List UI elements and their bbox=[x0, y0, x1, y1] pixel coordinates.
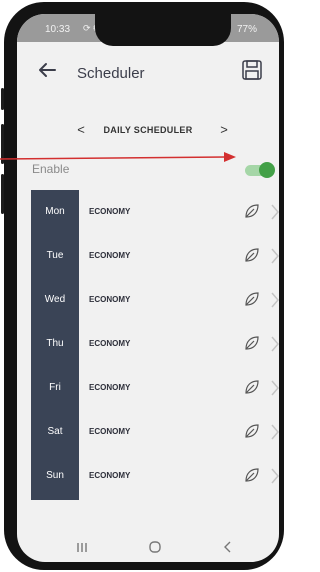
volume-down-button bbox=[1, 124, 4, 164]
home-icon[interactable] bbox=[148, 540, 162, 554]
chevron-right-icon[interactable] bbox=[269, 290, 279, 310]
chevron-right-icon[interactable] bbox=[269, 334, 279, 354]
battery-text: 77% bbox=[236, 24, 257, 35]
chevron-right-icon[interactable] bbox=[269, 422, 279, 442]
day-label: Tue bbox=[46, 250, 64, 261]
day-label: Sun bbox=[46, 470, 64, 481]
phone-frame: 10:33 ⟳⚙bb 77% Scheduler DAILY SCHEDULER… bbox=[1, 2, 284, 570]
day-row-sat[interactable]: Sat ECONOMY bbox=[17, 410, 279, 454]
mode-label: ECONOMY bbox=[89, 251, 131, 260]
back-arrow-icon[interactable] bbox=[35, 58, 59, 82]
economy-leaf-icon bbox=[245, 468, 259, 482]
prev-schedule-button[interactable]: < bbox=[70, 120, 92, 142]
mode-label: ECONOMY bbox=[89, 295, 131, 304]
mode-label: ECONOMY bbox=[89, 207, 131, 216]
day-row-mon[interactable]: Mon ECONOMY bbox=[17, 190, 279, 234]
save-icon[interactable] bbox=[241, 59, 263, 81]
android-nav-bar bbox=[17, 536, 279, 562]
day-row-sun[interactable]: Sun ECONOMY bbox=[17, 454, 279, 498]
day-label: Mon bbox=[45, 206, 65, 217]
economy-leaf-icon bbox=[245, 380, 259, 394]
day-label: Wed bbox=[44, 294, 66, 305]
mode-label: ECONOMY bbox=[89, 427, 131, 436]
day-label: Thu bbox=[46, 338, 64, 349]
chevron-right-icon[interactable] bbox=[269, 202, 279, 222]
chevron-right-icon[interactable] bbox=[269, 466, 279, 486]
mode-label: ECONOMY bbox=[89, 383, 131, 392]
scheduler-title: DAILY SCHEDULER bbox=[103, 125, 193, 135]
mode-label: ECONOMY bbox=[89, 339, 131, 348]
status-time: 10:33 bbox=[45, 24, 71, 35]
day-row-thu[interactable]: Thu ECONOMY bbox=[17, 322, 279, 366]
recent-apps-icon[interactable] bbox=[75, 540, 89, 554]
enable-toggle[interactable] bbox=[245, 162, 275, 178]
toggle-knob bbox=[259, 162, 275, 178]
mode-label: ECONOMY bbox=[89, 471, 131, 480]
app-screen: 10:33 ⟳⚙bb 77% Scheduler DAILY SCHEDULER… bbox=[17, 14, 279, 562]
scheduler-nav: DAILY SCHEDULER < > bbox=[17, 120, 279, 142]
day-row-tue[interactable]: Tue ECONOMY bbox=[17, 234, 279, 278]
app-bar: Scheduler bbox=[17, 42, 279, 98]
back-nav-icon[interactable] bbox=[221, 540, 235, 554]
economy-leaf-icon bbox=[245, 292, 259, 306]
volume-up-button bbox=[1, 88, 4, 110]
page-title: Scheduler bbox=[77, 65, 145, 82]
economy-leaf-icon bbox=[245, 336, 259, 350]
economy-leaf-icon bbox=[245, 248, 259, 262]
economy-leaf-icon bbox=[245, 424, 259, 438]
day-label: Fri bbox=[49, 382, 61, 393]
sync-icon: ⟳ bbox=[83, 23, 93, 33]
day-row-wed[interactable]: Wed ECONOMY bbox=[17, 278, 279, 322]
enable-label: Enable bbox=[32, 162, 70, 176]
chevron-right-icon[interactable] bbox=[269, 378, 279, 398]
chevron-right-icon[interactable] bbox=[269, 246, 279, 266]
day-row-fri[interactable]: Fri ECONOMY bbox=[17, 366, 279, 410]
next-schedule-button[interactable]: > bbox=[213, 120, 235, 142]
day-label: Sat bbox=[47, 426, 63, 437]
side-key bbox=[1, 174, 4, 214]
economy-leaf-icon bbox=[245, 204, 259, 218]
